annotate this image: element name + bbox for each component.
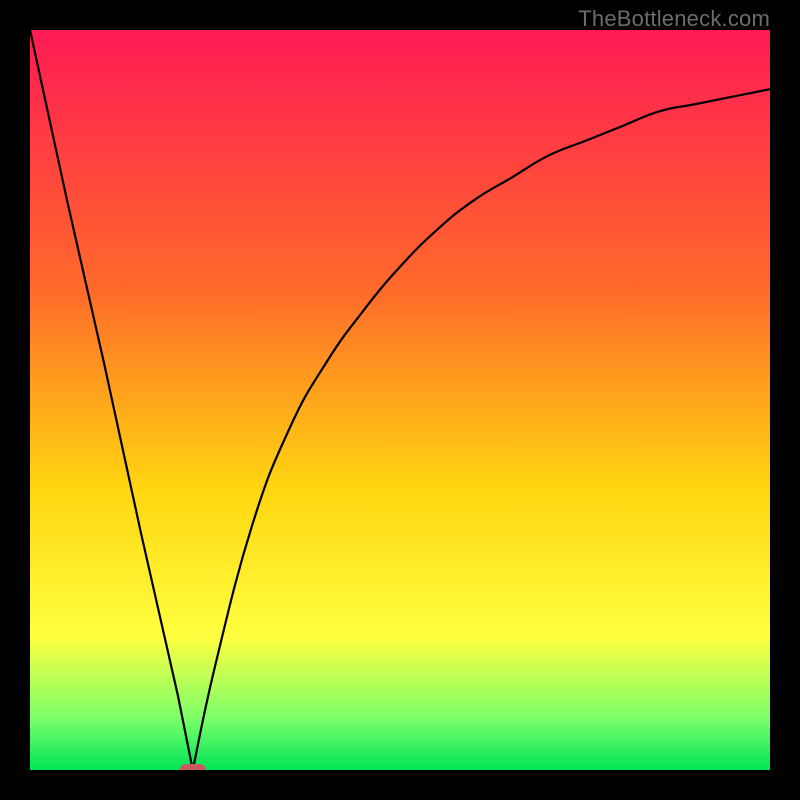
attribution-label: TheBottleneck.com [578, 6, 770, 32]
plot-area [30, 30, 770, 770]
minimum-marker [180, 764, 206, 770]
gradient-background [30, 30, 770, 770]
chart-frame: TheBottleneck.com [0, 0, 800, 800]
